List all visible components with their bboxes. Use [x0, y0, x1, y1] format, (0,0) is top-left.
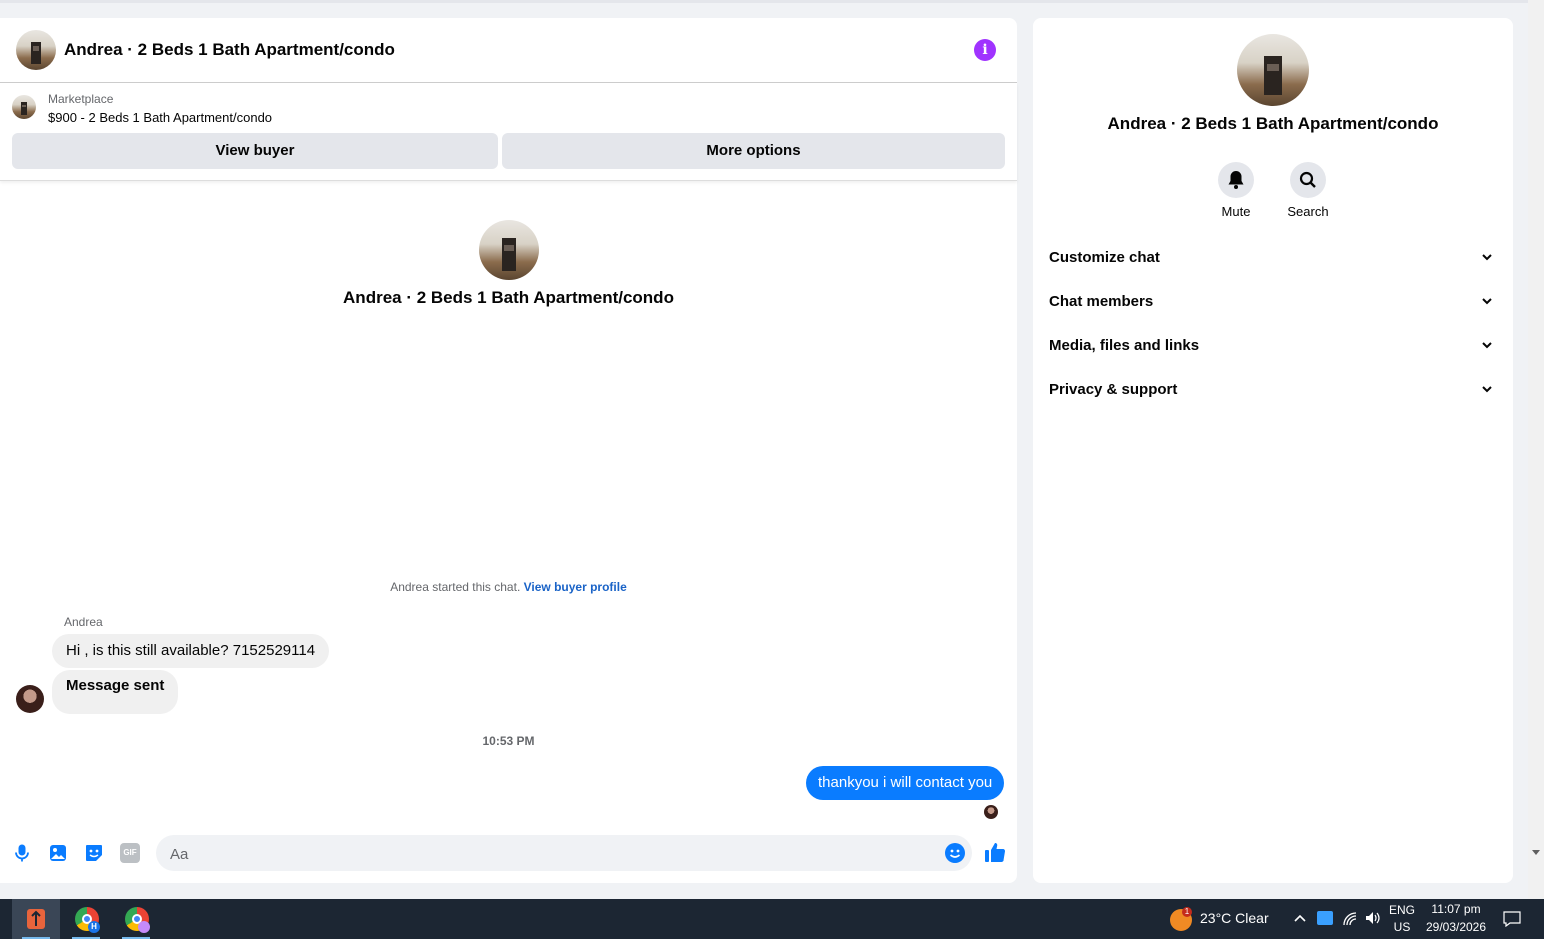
- bell-icon: [1228, 171, 1244, 189]
- keyboard-region[interactable]: US: [1388, 920, 1416, 934]
- notifications-icon[interactable]: [1503, 911, 1521, 927]
- chat-started-text: Andrea started this chat.: [390, 580, 521, 594]
- chat-members-section[interactable]: Chat members: [1049, 283, 1497, 323]
- emoji-icon[interactable]: [944, 842, 966, 864]
- sender-name: Andrea: [64, 615, 103, 629]
- outgoing-message[interactable]: thankyou i will contact you: [806, 766, 1005, 800]
- clock-date[interactable]: 29/03/2026: [1420, 920, 1492, 934]
- weather-badge: 1: [1182, 907, 1192, 917]
- conversation-avatar[interactable]: [479, 220, 539, 280]
- incoming-message[interactable]: Message sent: [52, 670, 179, 714]
- profile-badge: H: [88, 921, 100, 933]
- taskbar-chrome-profile-2[interactable]: [112, 899, 160, 939]
- chat-header: Andrea · 2 Beds 1 Bath Apartment/condo i: [0, 18, 1017, 83]
- chat-details-panel: Andrea · 2 Beds 1 Bath Apartment/condo M…: [1033, 18, 1513, 883]
- marketplace-label: Marketplace: [48, 92, 114, 106]
- details-avatar[interactable]: [1237, 34, 1309, 106]
- chevron-down-icon: [1482, 386, 1492, 393]
- like-icon[interactable]: [984, 841, 1006, 863]
- media-files-links-section[interactable]: Media, files and links: [1049, 327, 1497, 367]
- marketplace-item-title[interactable]: $900 - 2 Beds 1 Bath Apartment/condo: [48, 110, 272, 125]
- windows-taskbar: H 1 23°C Clear ENG US 11:07 pm 29/03/202…: [0, 899, 1544, 939]
- language-indicator[interactable]: ENG: [1388, 903, 1416, 917]
- volume-icon[interactable]: [1364, 910, 1382, 926]
- gif-icon[interactable]: GIF: [120, 843, 140, 863]
- onedrive-icon[interactable]: [1317, 911, 1333, 925]
- search-icon: [1299, 171, 1316, 188]
- chevron-down-icon: [1482, 298, 1492, 305]
- section-label: Chat members: [1049, 293, 1154, 310]
- seen-indicator-avatar: [984, 805, 998, 819]
- microphone-icon[interactable]: [12, 843, 32, 863]
- app-icon: [27, 909, 45, 929]
- wifi-icon[interactable]: [1342, 911, 1358, 927]
- chat-panel: Andrea · 2 Beds 1 Bath Apartment/condo i…: [0, 18, 1017, 883]
- incoming-message[interactable]: Hi , is this still available? 7152529114: [52, 634, 330, 668]
- section-label: Customize chat: [1049, 249, 1160, 266]
- view-buyer-button[interactable]: View buyer: [12, 133, 498, 169]
- customize-chat-section[interactable]: Customize chat: [1049, 239, 1497, 279]
- taskbar-app-active[interactable]: [12, 899, 60, 939]
- chevron-down-icon: [1482, 342, 1492, 349]
- image-icon[interactable]: [48, 843, 68, 863]
- more-options-button[interactable]: More options: [502, 133, 1005, 169]
- scroll-down-arrow-icon[interactable]: [1532, 850, 1540, 855]
- message-timestamp: 10:53 PM: [482, 734, 535, 748]
- chevron-down-icon: [1482, 254, 1492, 261]
- section-label: Privacy & support: [1049, 381, 1178, 398]
- profile-badge-icon: [138, 921, 150, 933]
- sticker-icon[interactable]: [84, 843, 104, 863]
- marketplace-bar: Marketplace $900 - 2 Beds 1 Bath Apartme…: [0, 83, 1017, 181]
- mute-button[interactable]: Mute: [1206, 162, 1266, 219]
- conversation-name: Andrea · 2 Beds 1 Bath Apartment/condo: [343, 288, 674, 307]
- top-divider: [0, 0, 1528, 3]
- privacy-support-section[interactable]: Privacy & support: [1049, 371, 1497, 411]
- search-label: Search: [1287, 204, 1329, 219]
- message-input[interactable]: [168, 835, 932, 873]
- chevron-up-icon[interactable]: [1293, 913, 1307, 923]
- sender-avatar[interactable]: [16, 685, 44, 713]
- info-icon[interactable]: i: [974, 39, 996, 61]
- section-label: Media, files and links: [1049, 337, 1200, 354]
- clock-time[interactable]: 11:07 pm: [1420, 902, 1492, 916]
- search-button[interactable]: Search: [1278, 162, 1338, 219]
- message-input-wrapper: [156, 835, 972, 873]
- weather-text[interactable]: 23°C Clear: [1200, 910, 1269, 926]
- mute-label: Mute: [1221, 204, 1251, 219]
- taskbar-chrome-profile-h[interactable]: H: [62, 899, 110, 939]
- page-scrollbar[interactable]: [1528, 0, 1544, 899]
- marketplace-item-thumbnail[interactable]: [12, 95, 36, 119]
- details-name: Andrea · 2 Beds 1 Bath Apartment/condo: [1107, 114, 1439, 133]
- view-buyer-profile-link[interactable]: View buyer profile: [524, 580, 627, 594]
- chat-title[interactable]: Andrea · 2 Beds 1 Bath Apartment/condo: [64, 40, 395, 60]
- listing-avatar[interactable]: [16, 30, 56, 70]
- chat-started-notice: Andrea started this chat. View buyer pro…: [0, 580, 1017, 594]
